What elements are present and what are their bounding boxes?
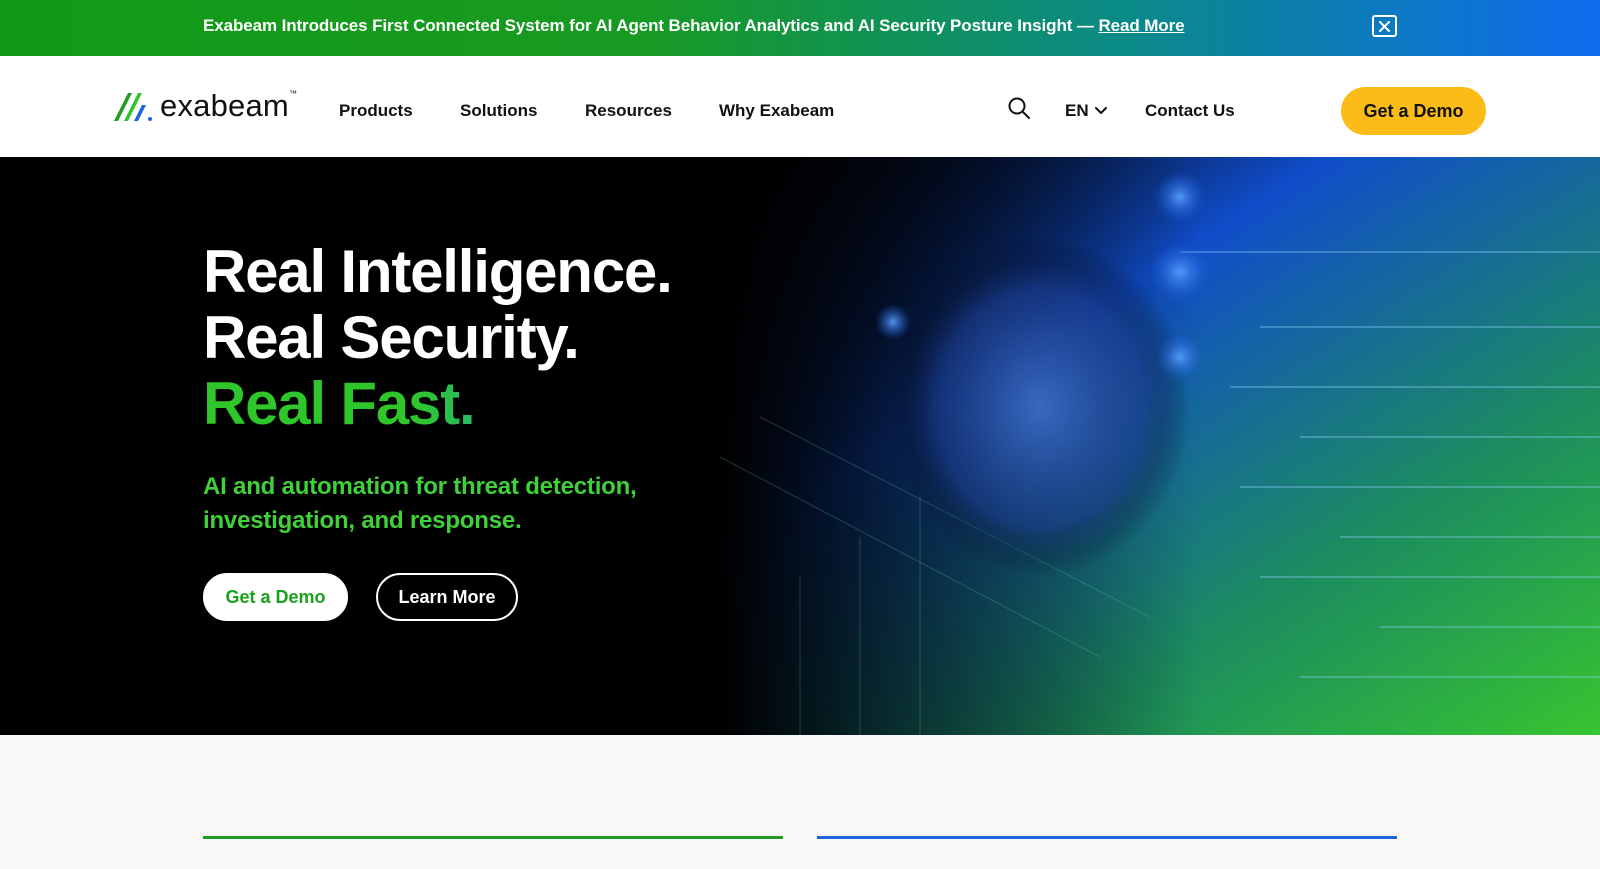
- contact-us-link[interactable]: Contact Us: [1145, 101, 1235, 121]
- blue-divider: [817, 836, 1397, 839]
- lower-section: [0, 735, 1600, 869]
- language-selector[interactable]: EN: [1065, 101, 1107, 121]
- hero-headline: Real Intelligence. Real Security. Real F…: [203, 238, 673, 437]
- site-header: exabeam™ Products Solutions Resources Wh…: [0, 56, 1600, 157]
- nav-solutions[interactable]: Solutions: [460, 101, 537, 121]
- logo[interactable]: exabeam™: [114, 90, 297, 121]
- headline-line-2: Real Security.: [203, 304, 580, 371]
- hero-get-demo-button[interactable]: Get a Demo: [203, 573, 348, 621]
- hero-section: Real Intelligence. Real Security. Real F…: [0, 157, 1600, 735]
- nav-why-exabeam[interactable]: Why Exabeam: [719, 101, 834, 121]
- announcement-bar: Exabeam Introduces First Connected Syste…: [0, 0, 1600, 56]
- announcement-text: Exabeam Introduces First Connected Syste…: [203, 16, 1185, 36]
- language-label: EN: [1065, 101, 1089, 120]
- search-button[interactable]: [1007, 96, 1031, 120]
- hero-subheading: AI and automation for threat detection, …: [203, 473, 637, 534]
- close-announcement-button[interactable]: [1372, 15, 1397, 37]
- logo-trademark: ™: [288, 89, 298, 98]
- announcement-message: Exabeam Introduces First Connected Syste…: [203, 16, 1099, 35]
- hero-learn-more-button[interactable]: Learn More: [376, 573, 518, 621]
- nav-resources[interactable]: Resources: [585, 101, 672, 121]
- close-icon: [1379, 20, 1390, 32]
- logo-wordmark: exabeam™: [160, 88, 298, 123]
- chevron-down-icon: [1094, 107, 1107, 114]
- headline-line-3: Real Fast.: [203, 371, 672, 437]
- header-get-demo-button[interactable]: Get a Demo: [1341, 87, 1486, 135]
- logo-mark-icon: [114, 92, 152, 121]
- logo-text: exabeam: [160, 88, 289, 123]
- green-divider: [203, 836, 783, 839]
- read-more-link[interactable]: Read More: [1098, 16, 1184, 35]
- nav-products[interactable]: Products: [339, 101, 413, 121]
- search-icon: [1008, 97, 1030, 119]
- headline-line-1: Real Intelligence.: [203, 238, 673, 305]
